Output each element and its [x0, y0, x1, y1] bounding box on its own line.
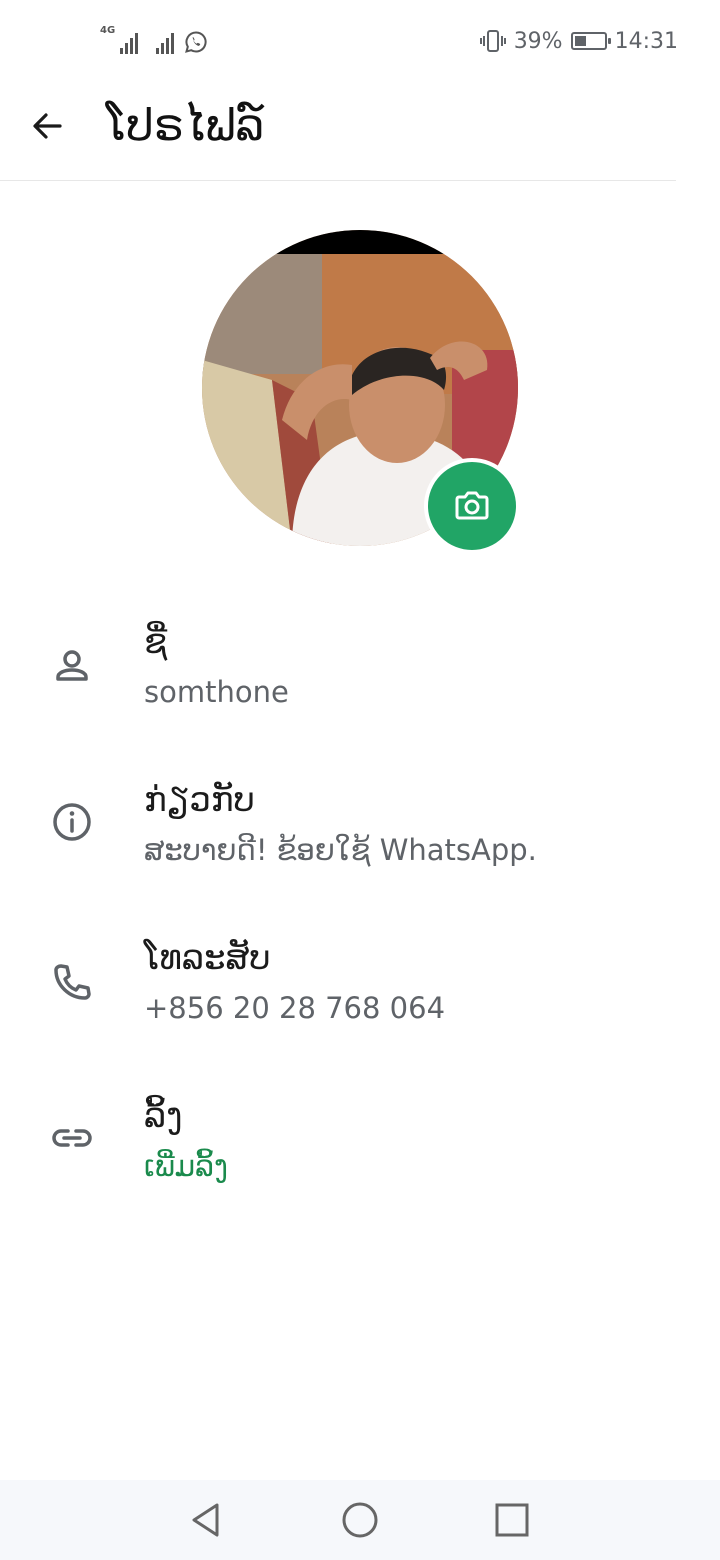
about-value: ສະບາຍດີ! ຂ້ອຍໃຊ້ WhatsApp.: [144, 833, 537, 867]
battery-icon: [570, 32, 611, 50]
signal-icon: [148, 28, 174, 54]
app-bar: ໂປຣໄຟລ໌: [0, 84, 676, 181]
about-row[interactable]: ກ່ຽວກັບ ສະບາຍດີ! ຂ້ອຍໃຊ້ WhatsApp.: [0, 778, 720, 888]
link-icon: [52, 1129, 92, 1147]
avatar-section: [202, 230, 520, 554]
whatsapp-icon: [185, 31, 207, 53]
add-link-button[interactable]: ເພີ່ມລິ້ງ: [144, 1146, 228, 1186]
nav-home-icon[interactable]: [340, 1500, 380, 1540]
phone-label: ໂທລະສັບ: [144, 938, 271, 978]
camera-icon: [455, 491, 489, 520]
network-type: 4G: [100, 25, 116, 36]
nav-back-icon[interactable]: [186, 1500, 226, 1540]
info-icon: [53, 803, 91, 841]
signal-4g-icon: 4G: [100, 25, 138, 54]
camera-button[interactable]: [424, 458, 520, 554]
link-label: ລິ້ງ: [144, 1096, 183, 1136]
system-nav-bar: [0, 1480, 720, 1560]
nav-recents-icon[interactable]: [492, 1500, 532, 1540]
status-right: 39% 14:31: [479, 28, 678, 54]
phone-icon: [54, 964, 91, 1000]
person-icon: [56, 650, 88, 681]
status-bar: 4G 39% 14:31: [0, 0, 720, 84]
phone-value: +856 20 28 768 064: [144, 991, 446, 1025]
link-row[interactable]: ລິ້ງ ເພີ່ມລິ້ງ: [0, 1094, 720, 1204]
status-left: 4G: [100, 25, 208, 54]
name-row[interactable]: ຊື່ somthone: [0, 620, 720, 730]
name-label: ຊື່: [144, 622, 168, 662]
name-value: somthone: [144, 675, 289, 709]
vibrate-icon: [479, 30, 506, 52]
clock: 14:31: [614, 28, 678, 54]
battery-percent: 39%: [513, 28, 563, 54]
page-title: ໂປຣໄຟລ໌: [106, 100, 265, 151]
arrow-left-icon[interactable]: [26, 104, 70, 148]
about-label: ກ່ຽວກັບ: [144, 780, 255, 820]
phone-row[interactable]: ໂທລະສັບ +856 20 28 768 064: [0, 936, 720, 1046]
